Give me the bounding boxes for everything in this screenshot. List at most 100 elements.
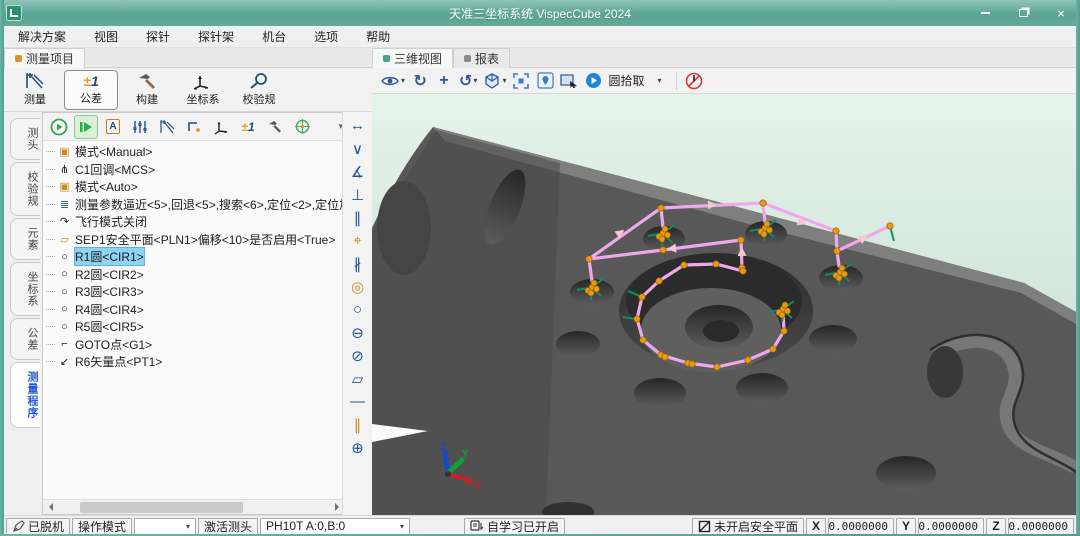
menu-probe[interactable]: 探针	[132, 26, 184, 47]
position-button[interactable]: ⌖	[346, 229, 370, 252]
tree-horizontal-scrollbar[interactable]	[43, 499, 345, 514]
3d-viewport[interactable]: Z Y X	[372, 94, 1076, 515]
tree-row-circle-r5[interactable]: ○R5圆<CIR5>	[43, 318, 345, 336]
runout-button[interactable]: ⊘	[346, 344, 370, 367]
angle-tolerance-button[interactable]: ∨	[346, 137, 370, 160]
run-step-button[interactable]	[74, 115, 98, 139]
tree-row-measure-params[interactable]: ≣测量参数逼近<5>,回退<5>,搜索<6>,定位<2>,定位加<2>,测量	[43, 196, 345, 214]
tab-measurement-items[interactable]: 测量项目	[4, 48, 85, 68]
tree-row-circle-r1[interactable]: ○R1圆<CIR1>	[43, 248, 345, 266]
menu-machine[interactable]: 机台	[248, 26, 300, 47]
tree-row-circle-r3[interactable]: ○R3圆<CIR3>	[43, 283, 345, 301]
params-icon: ≣	[57, 198, 72, 211]
coordsys-button[interactable]	[209, 115, 233, 139]
menu-view[interactable]: 视图	[80, 26, 132, 47]
orbit-view-button[interactable]: ↺ ▾	[457, 70, 479, 92]
ribbon-coordsys-button[interactable]: 坐标系	[176, 70, 230, 110]
straightness-button[interactable]: —	[346, 390, 370, 413]
side-tab-gauge[interactable]: 校验规	[10, 162, 40, 216]
menu-bar: 解决方案 视图 探针 探针架 机台 选项 帮助	[4, 26, 1076, 48]
perpendicularity-button[interactable]: ⊥	[346, 183, 370, 206]
caliper-small-icon	[159, 119, 175, 135]
app-logo-icon	[6, 5, 22, 21]
op-mode-label: 操作模式	[72, 518, 132, 535]
circle-pick-button[interactable]: 圆拾取	[606, 70, 646, 92]
ribbon-measure-button[interactable]: 测量	[8, 70, 62, 110]
scroll-left-arrow[interactable]	[43, 500, 58, 514]
tree-row-fly-mode[interactable]: ↷飞行模式关闭	[43, 213, 345, 231]
visibility-button[interactable]: ▾	[378, 70, 407, 92]
op-mode-select[interactable]: ▾	[134, 518, 196, 535]
minimize-icon	[981, 12, 990, 14]
tolerance-button[interactable]: ±1	[236, 115, 260, 139]
circularity-button[interactable]: ○	[346, 298, 370, 321]
minimize-button[interactable]	[966, 0, 1004, 26]
coordsys-icon: ⋔	[57, 163, 72, 176]
tree-row-vector-point[interactable]: ↙R6矢量点<PT1>	[43, 353, 345, 371]
tree-row-circle-r2[interactable]: ○R2圆<CIR2>	[43, 266, 345, 284]
probe-target-button[interactable]	[290, 115, 314, 139]
3d-view-icon	[383, 55, 390, 62]
run-program-button[interactable]	[47, 115, 71, 139]
active-probe-select[interactable]: PH10T A:0,B:0▾	[260, 518, 410, 535]
sliders-icon	[132, 119, 148, 135]
angularity-button[interactable]: ∦	[346, 252, 370, 275]
measure-params-button[interactable]	[128, 115, 152, 139]
true-position-button[interactable]: ⊕	[346, 436, 370, 459]
symmetry-button[interactable]: ∥	[346, 413, 370, 436]
tree-row-mode-manual[interactable]: ▣模式<Manual>	[43, 143, 345, 161]
side-tab-elements[interactable]: 元素	[10, 218, 40, 260]
parallelism-button[interactable]: ∥	[346, 206, 370, 229]
side-tab-program[interactable]: 测量程序	[10, 362, 40, 428]
tolerance-icon: ±1	[83, 73, 98, 89]
offline-pen-icon	[12, 520, 25, 533]
axes-icon	[213, 119, 229, 135]
fit-extents-icon	[512, 72, 530, 90]
window-title: 天准三坐标系统 VispecCube 2024	[0, 5, 1080, 22]
goto-icon: ⌐	[57, 338, 72, 350]
compass-disabled-button[interactable]	[683, 70, 705, 92]
side-tab-probe[interactable]: 测头	[10, 118, 40, 160]
tree-row-recall[interactable]: ⋔C1回调<MCS>	[43, 161, 345, 179]
point-icon: ↙	[57, 355, 72, 368]
pan-view-button[interactable]: +	[433, 70, 455, 92]
goto-button[interactable]	[182, 115, 206, 139]
restore-button[interactable]	[1004, 0, 1042, 26]
tree-row-goto-point[interactable]: ⌐GOTO点<G1>	[43, 336, 345, 354]
ribbon-construct-button[interactable]: 构建	[120, 70, 174, 110]
view-orientation-button[interactable]: ▾	[481, 70, 508, 92]
zoom-fit-button[interactable]	[510, 70, 532, 92]
tab-3d-view[interactable]: 三维视图	[372, 48, 453, 68]
measure-button[interactable]	[155, 115, 179, 139]
pick-run-button[interactable]	[582, 70, 604, 92]
menu-solution[interactable]: 解决方案	[4, 26, 80, 47]
ribbon-tolerance-button[interactable]: ±1 公差	[64, 70, 118, 110]
self-learn-status: 自学习已开启	[464, 518, 565, 535]
circle-pick-dropdown[interactable]: ▾	[648, 70, 670, 92]
hammer-small-icon	[267, 119, 283, 135]
tab-report[interactable]: 报表	[453, 48, 510, 68]
scrollbar-thumb[interactable]	[80, 502, 243, 513]
locate-button[interactable]	[534, 70, 556, 92]
flatness-button[interactable]: ▱	[346, 367, 370, 390]
tree-row-mode-auto[interactable]: ▣模式<Auto>	[43, 178, 345, 196]
construct-button[interactable]	[263, 115, 287, 139]
menu-help[interactable]: 帮助	[352, 26, 404, 47]
plane-icon: ▱	[57, 233, 72, 246]
rotate-view-button[interactable]: ↻	[409, 70, 431, 92]
side-tab-coordsys[interactable]: 坐标系	[10, 262, 40, 316]
angle-measure-button[interactable]: ∡	[346, 160, 370, 183]
concentricity-button[interactable]: ◎	[346, 275, 370, 298]
side-tab-tolerance[interactable]: 公差	[10, 318, 40, 360]
tree-row-safety-plane[interactable]: ▱SEP1安全平面<PLN1>偏移<10>是否启用<True>	[43, 231, 345, 249]
ribbon-gauge-button[interactable]: 校验规	[232, 70, 286, 110]
close-button[interactable]: ×	[1042, 0, 1080, 26]
symmetry-circle-button[interactable]: ⊖	[346, 321, 370, 344]
eye-icon	[380, 74, 400, 88]
box-select-button[interactable]	[558, 70, 580, 92]
tree-row-circle-r4[interactable]: ○R4圆<CIR4>	[43, 301, 345, 319]
distance-tolerance-button[interactable]: ↔	[346, 114, 370, 137]
menu-options[interactable]: 选项	[300, 26, 352, 47]
menu-probe-rack[interactable]: 探针架	[184, 26, 248, 47]
report-button[interactable]: A	[101, 115, 125, 139]
